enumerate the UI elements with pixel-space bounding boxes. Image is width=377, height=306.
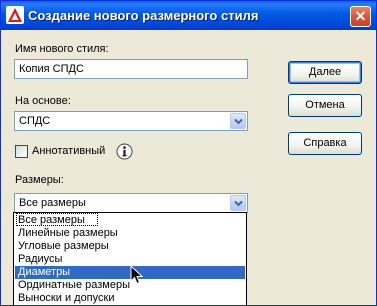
list-focus-rectangle — [16, 213, 98, 226]
use-for-label: Размеры: — [15, 174, 64, 186]
use-for-combobox[interactable]: Все размеры — [14, 193, 248, 213]
help-button[interactable]: Справка — [288, 132, 362, 155]
continue-button[interactable]: Далее — [288, 61, 362, 84]
chevron-down-icon — [234, 118, 243, 125]
mouse-pointer-icon — [130, 265, 144, 285]
info-icon[interactable] — [116, 143, 133, 160]
autocad-logo-icon — [6, 6, 24, 24]
new-style-name-label: Имя нового стиля: — [15, 43, 109, 55]
list-item[interactable]: Выноски и допуски — [15, 292, 245, 305]
dialog-title: Создание нового размерного стиля — [28, 8, 259, 23]
use-for-dropdown-button[interactable] — [230, 195, 246, 211]
list-item[interactable]: Линейные размеры — [15, 227, 245, 240]
list-item[interactable]: Угловые размеры — [15, 240, 245, 253]
close-icon: ✕ — [354, 8, 367, 24]
cancel-button[interactable]: Отмена — [288, 94, 362, 117]
based-on-dropdown-button[interactable] — [230, 113, 246, 129]
based-on-combobox[interactable]: СПДС — [14, 111, 248, 131]
annotative-label: Аннотативный — [32, 145, 106, 157]
close-button[interactable]: ✕ — [350, 6, 371, 27]
annotative-checkbox[interactable] — [15, 145, 28, 158]
chevron-down-icon — [234, 200, 243, 207]
based-on-label: На основе: — [15, 95, 71, 107]
new-style-name-input[interactable]: Копия СПДС — [14, 59, 248, 79]
title-bar[interactable]: Создание нового размерного стиля ✕ — [1, 1, 376, 30]
based-on-value: СПДС — [19, 115, 51, 127]
use-for-value: Все размеры — [19, 197, 86, 209]
